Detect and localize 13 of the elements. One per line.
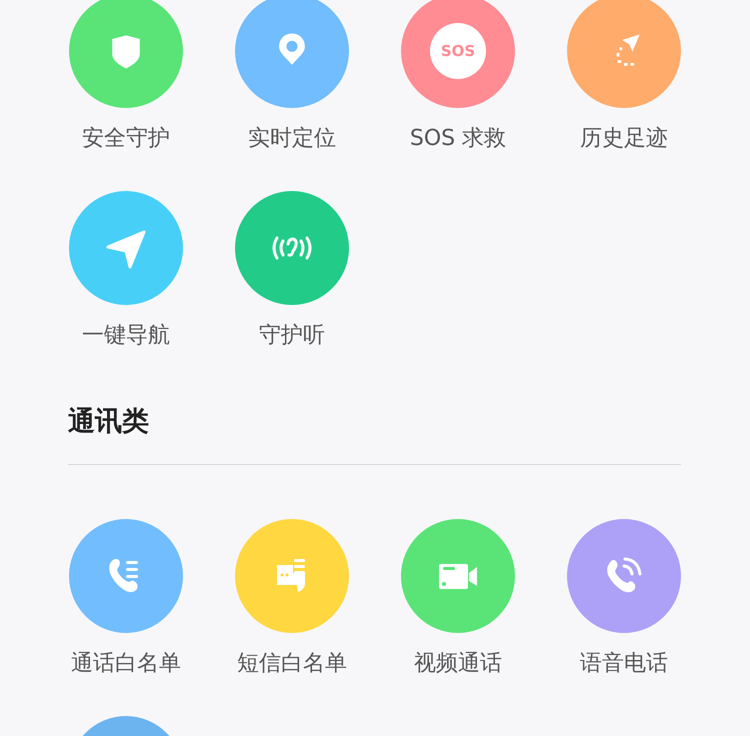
feature-label: 视频通话 [414,650,502,678]
feature-label: SOS 求救 [410,125,506,153]
feature-label: 短信白名单 [237,650,347,678]
section-heading: 通讯类 [68,405,150,439]
feature-label: 实时定位 [248,125,336,153]
feature-label: 守护听 [259,322,325,350]
feature-label: 一键导航 [82,322,170,350]
feature-label: 通话白名单 [71,650,181,678]
feature-label: 历史足迹 [580,125,668,153]
feature-button[interactable]: SOS [401,0,515,108]
feature-label: 安全守护 [82,125,170,153]
feature-label: 语音电话 [580,650,668,678]
sos-badge: SOS [430,23,486,79]
